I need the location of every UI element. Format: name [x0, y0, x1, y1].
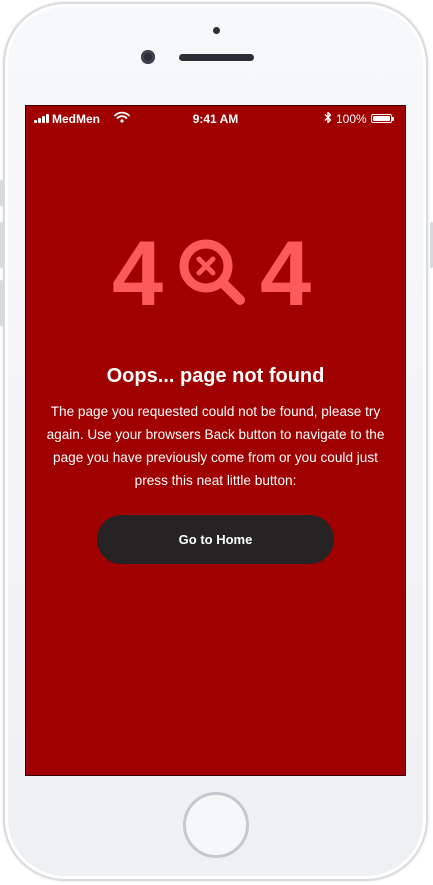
side-button-volume-down	[0, 280, 3, 326]
screen: MedMen 9:41 AM 100% 4 4 Oops... page not…	[25, 105, 406, 776]
side-button-silent	[0, 180, 3, 206]
side-button-volume-up	[0, 222, 3, 268]
error-message: The page you requested could not be foun…	[46, 404, 385, 488]
battery-icon	[371, 114, 394, 123]
magnifier-x-icon	[179, 239, 245, 305]
bluetooth-icon	[324, 111, 332, 124]
error-code-digit-right: 4	[260, 223, 312, 325]
front-camera	[141, 50, 155, 64]
error-code-digit-left: 4	[112, 223, 164, 325]
page-title: Oops... page not found	[106, 365, 325, 387]
status-bar: MedMen 9:41 AM 100%	[26, 106, 405, 134]
earpiece-speaker	[179, 54, 254, 61]
error-404-graphic: 4 4	[108, 228, 324, 320]
front-sensor	[213, 27, 220, 34]
hardware-home-button[interactable]	[183, 792, 249, 858]
battery-percentage: 100%	[336, 112, 367, 126]
go-to-home-button[interactable]: Go to Home	[97, 515, 334, 564]
